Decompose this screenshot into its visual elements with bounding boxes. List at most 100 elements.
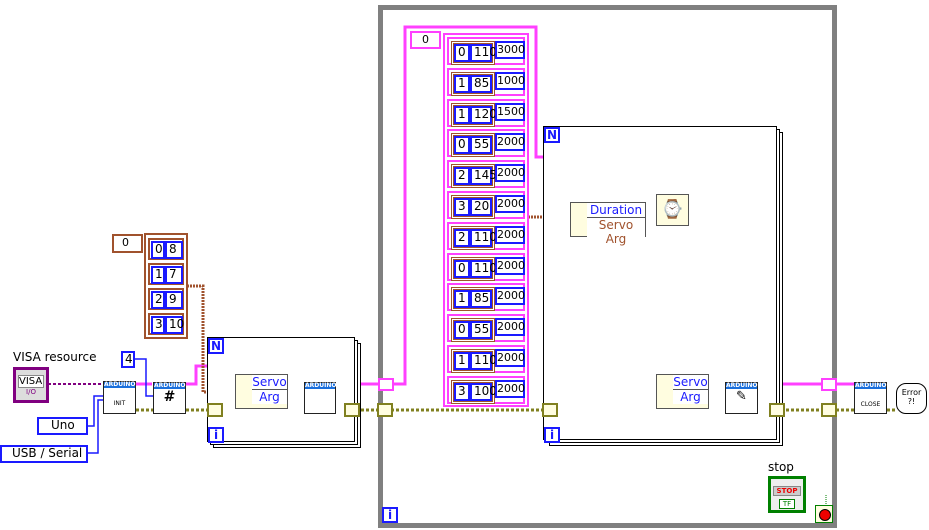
io-text: I/O xyxy=(26,388,36,396)
arg-field: Arg xyxy=(252,390,287,404)
servo-arg-cluster: 0 55 xyxy=(451,318,495,343)
servo-index-field: 3 xyxy=(151,316,165,334)
servo-index-field: 1 xyxy=(151,266,165,284)
servo-field: 0 xyxy=(454,259,470,278)
shift-register-right-visa xyxy=(821,378,837,391)
servo-arg-cluster: 1 110 xyxy=(451,349,497,373)
servo-arg-cluster: 0 110 xyxy=(451,41,497,65)
servo-index-field: 2 xyxy=(151,291,165,309)
servo-array-constant[interactable]: 0 8 1 7 2 9 3 10 xyxy=(144,233,188,339)
arg-field: 85 xyxy=(470,74,492,93)
duration-field: 1500 xyxy=(495,102,525,121)
command-array-constant[interactable]: 0 110 3000 1 85 1000 1 120 1500 0 55 2000 2 145 2000 3 2… xyxy=(443,33,529,407)
servo-field: 1 xyxy=(454,105,470,124)
arduino-servo-write-block[interactable]: ARDUINO ✎ xyxy=(725,382,758,414)
visa-resource-control[interactable]: VISA I/O xyxy=(13,367,49,403)
arg-field: 110 xyxy=(470,44,497,62)
bundle-by-name[interactable]: Servo Arg xyxy=(656,374,709,409)
connection-type-enum[interactable]: USB / Serial xyxy=(0,445,88,463)
visa-text: VISA xyxy=(18,375,44,388)
duration-field: 2000 xyxy=(495,256,525,275)
duration-field: 2000 xyxy=(495,379,525,398)
bundle-by-name[interactable]: Servo Arg xyxy=(235,374,288,409)
servo-field: 1 xyxy=(454,352,470,370)
servo-array-element: 08 xyxy=(148,238,184,260)
duration-field: 3000 xyxy=(495,41,525,59)
servo-arg-cluster: 1 85 xyxy=(451,71,495,96)
servo-field: 3 xyxy=(454,198,470,216)
duration-field: 2000 xyxy=(495,164,525,183)
while-iteration-terminal: i xyxy=(382,507,398,523)
command-array-element: 0 110 2000 xyxy=(447,252,525,281)
command-array-element: 1 85 1000 xyxy=(447,67,525,96)
servo-arg-cluster: 2 110 xyxy=(451,225,497,250)
arduino-configure-servo-block[interactable]: ARDUINO xyxy=(304,382,336,414)
command-array-element: 1 85 2000 xyxy=(447,283,525,312)
servo-field: 2 xyxy=(454,228,470,247)
servo-pin-field: 8 xyxy=(165,241,183,259)
arduino-close-block[interactable]: ARDUINO CLOSE xyxy=(854,382,887,414)
servo-arg-cluster: 0 55 xyxy=(451,133,495,158)
command-array-element: 0 55 2000 xyxy=(447,129,525,158)
servo-pin-field: 7 xyxy=(165,266,183,284)
shift-register-left xyxy=(207,403,223,417)
shift-register-left xyxy=(542,403,558,417)
arg-field: 120 xyxy=(470,105,497,124)
arduino-init-block[interactable]: ARDUINO INIT xyxy=(103,381,136,414)
servo-array-element: 3 10 xyxy=(148,313,184,335)
arg-field: Arg xyxy=(673,390,708,404)
servo-pin-field: 9 xyxy=(165,291,183,309)
arg-field: 55 xyxy=(470,321,492,340)
servo-arg-cluster: 1 120 xyxy=(451,102,497,127)
shift-register-left xyxy=(377,403,393,417)
servo-field: Servo xyxy=(673,375,708,390)
unbundle-by-name[interactable]: Duration Servo Arg xyxy=(570,202,646,246)
loop-condition-stop-icon[interactable] xyxy=(815,505,833,523)
servo-array-index[interactable]: 0 xyxy=(112,234,143,253)
servo-field: 0 xyxy=(454,44,470,62)
for-loop-count-terminal: N xyxy=(208,338,224,354)
board-type-enum[interactable]: Uno xyxy=(37,417,88,435)
command-array-element: 1 120 1500 xyxy=(447,98,525,127)
shift-register-right xyxy=(821,403,837,417)
stop-label: stop xyxy=(768,460,794,474)
for-loop-iteration-terminal: i xyxy=(544,427,560,443)
wait-ms-icon[interactable]: ⌚ xyxy=(656,194,689,226)
servo-arg-cluster: 0 110 xyxy=(451,256,497,281)
command-array-index[interactable]: 0 xyxy=(410,31,441,49)
servo-arg-cluster: 3 100 xyxy=(451,379,497,404)
servo-arg-cluster: 1 85 xyxy=(451,287,495,312)
visa-resource-label: VISA resource xyxy=(13,350,97,364)
servo-field: 2 xyxy=(454,167,470,186)
duration-field: 2000 xyxy=(495,133,525,152)
shift-register-left-visa xyxy=(378,378,394,391)
duration-field: 2000 xyxy=(495,287,525,306)
servo-field: 1 xyxy=(454,74,470,93)
servo-field: 0 xyxy=(454,136,470,155)
arg-field: 55 xyxy=(470,136,492,155)
duration-field: 2000 xyxy=(495,195,525,213)
arduino-set-servos-block[interactable]: ARDUINO # xyxy=(153,382,186,414)
servo-count-constant[interactable]: 4 xyxy=(121,351,135,368)
command-array-element: 3 100 2000 xyxy=(447,375,525,404)
for-loop-iteration-terminal: i xyxy=(208,427,224,443)
shift-register-right xyxy=(769,403,785,417)
stop-button[interactable]: STOP TF xyxy=(768,476,806,513)
servo-field: Servo xyxy=(252,375,287,390)
command-array-element: 1 110 2000 xyxy=(447,345,525,373)
arg-field: 110 xyxy=(470,259,497,278)
command-array-element: 0 55 2000 xyxy=(447,314,525,343)
arg-field: 110 xyxy=(470,352,497,370)
command-array-element: 0 110 3000 xyxy=(447,37,525,65)
servo-arg-field: Servo Arg xyxy=(587,218,645,246)
servo-arg-cluster: 2 145 xyxy=(451,164,497,189)
arg-field: 100 xyxy=(470,382,497,401)
servo-index-field: 0 xyxy=(151,241,165,259)
servo-array-element: 29 xyxy=(148,288,184,310)
duration-field: 2000 xyxy=(495,225,525,244)
arg-field: 20 xyxy=(470,198,492,216)
duration-field: 2000 xyxy=(495,318,525,337)
servo-array-element: 17 xyxy=(148,263,184,285)
servo-field: 1 xyxy=(454,290,470,309)
error-handler[interactable]: Error ?! xyxy=(896,383,927,414)
